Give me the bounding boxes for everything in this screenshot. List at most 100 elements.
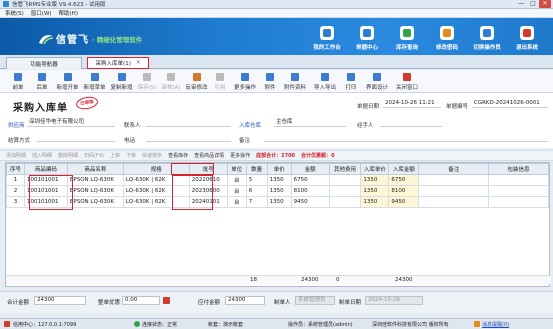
grid-tool-3[interactable]: 扫码(F4): [84, 152, 104, 159]
cell-remark[interactable]: [418, 174, 490, 186]
cell-in_price[interactable]: 1350: [360, 196, 390, 208]
column-header[interactable]: 其他费用: [328, 163, 362, 175]
toolbar-button-2[interactable]: 新增开单: [54, 70, 81, 93]
cell-unit[interactable]: 台: [226, 196, 247, 208]
toolbar-button-9[interactable]: 更多操作: [230, 70, 260, 93]
discount-field[interactable]: 0.00: [122, 296, 160, 305]
column-header[interactable]: 商品名称: [66, 163, 124, 175]
column-header[interactable]: 单价: [266, 163, 292, 175]
payable-field[interactable]: 24300: [225, 296, 265, 305]
cell-qty[interactable]: 6: [245, 185, 268, 197]
column-header[interactable]: 数量: [245, 163, 268, 175]
supplier-field[interactable]: 深圳佳华电子有限公司: [27, 119, 115, 127]
menu-window[interactable]: 窗口(W): [31, 9, 52, 17]
menu-help[interactable]: 帮助(H): [59, 9, 78, 17]
cell-in_amount[interactable]: 8100: [388, 185, 420, 197]
column-header[interactable]: 金额: [290, 163, 330, 175]
grid-tool-6[interactable]: 快速排序: [142, 152, 162, 159]
column-header[interactable]: 单位: [226, 163, 247, 175]
discount-calc-icon[interactable]: [163, 297, 170, 304]
top-nav-button-0[interactable]: 我的工作台: [307, 21, 347, 55]
maximize-button[interactable]: □: [527, 0, 539, 8]
column-header[interactable]: 入库金额: [388, 163, 420, 175]
cell-amount[interactable]: 8100: [290, 185, 330, 197]
toolbar-button-8[interactable]: 引用: [210, 70, 230, 93]
toolbar-button-12[interactable]: 导入导出: [310, 70, 340, 93]
message-link[interactable]: 消息提醒(0): [482, 321, 509, 328]
handler-field[interactable]: [380, 119, 442, 127]
cell-other[interactable]: [328, 196, 362, 208]
top-nav-button-2[interactable]: 库存查询: [387, 21, 427, 55]
cell-in_price[interactable]: 1350: [360, 174, 390, 186]
column-header[interactable]: 入库单价: [360, 163, 390, 175]
doc-no-field[interactable]: CGRKD-20241026-0001: [472, 100, 548, 108]
table-row[interactable]: 2 100101001 EPSON LQ-630K LQ-630K | 62K 2023…: [6, 185, 549, 197]
date-field[interactable]: 2024-10-26 11:21: [383, 100, 441, 108]
cell-no[interactable]: 2: [6, 185, 25, 197]
sum-field[interactable]: 24300: [34, 296, 86, 305]
column-header[interactable]: 商品编码: [23, 163, 68, 175]
top-nav-button-3[interactable]: 修改密码: [427, 21, 467, 55]
toolbar-button-11[interactable]: 附件资料: [280, 70, 310, 93]
cell-qty[interactable]: 7: [245, 196, 268, 208]
grid-tool-1[interactable]: 插入明细: [32, 152, 52, 159]
table-row[interactable]: 1 100101001 EPSON LQ-630K LQ-630K | 62K 2022…: [6, 174, 549, 186]
cell-name[interactable]: EPSON LQ-630K: [66, 185, 124, 197]
cell-price[interactable]: 1350: [266, 196, 292, 208]
tab-close-icon[interactable]: ✕: [136, 60, 141, 66]
cell-remark[interactable]: [418, 196, 490, 208]
toolbar-button-1[interactable]: 后单: [30, 70, 54, 93]
toolbar-button-10[interactable]: 附件: [260, 70, 280, 93]
cell-pack[interactable]: [488, 174, 549, 186]
cell-name[interactable]: EPSON LQ-630K: [66, 196, 124, 208]
grid-tool-4[interactable]: 上移: [110, 152, 120, 159]
cell-remark[interactable]: [418, 185, 490, 197]
cell-in_amount[interactable]: 6750: [388, 174, 420, 186]
cell-other[interactable]: [328, 185, 362, 197]
cell-price[interactable]: 1350: [266, 185, 292, 197]
cell-amount[interactable]: 9450: [290, 196, 330, 208]
remark-field[interactable]: [264, 134, 548, 142]
warehouse-field[interactable]: 主仓库: [274, 119, 346, 127]
menu-system[interactable]: 系统(S): [5, 9, 24, 17]
grid-tool-9[interactable]: 更多操作: [230, 152, 250, 159]
column-header[interactable]: 包装信息: [488, 163, 549, 175]
table-row[interactable]: 3 100101001 EPSON LQ-630K LQ-630K | 62K 2024…: [6, 196, 549, 208]
cell-amount[interactable]: 6750: [290, 174, 330, 186]
phone-field[interactable]: [146, 134, 231, 142]
grid-tool-0[interactable]: 添加明细: [6, 152, 26, 159]
cell-no[interactable]: 1: [6, 174, 25, 186]
top-nav-button-5[interactable]: 退出系统: [507, 21, 547, 55]
cell-pack[interactable]: [488, 185, 549, 197]
toolbar-button-15[interactable]: 关闭窗口: [392, 70, 422, 93]
minimize-button[interactable]: —: [515, 0, 527, 8]
top-nav-button-1[interactable]: 单据中心: [347, 21, 387, 55]
cell-no[interactable]: 3: [6, 196, 25, 208]
settle-field[interactable]: [37, 134, 115, 142]
grid-tool-5[interactable]: 下移: [126, 152, 136, 159]
cell-unit[interactable]: 台: [226, 174, 247, 186]
top-nav-button-4[interactable]: 切换操作员: [467, 21, 507, 55]
column-header[interactable]: 序号: [6, 163, 25, 175]
tab-purchase-inbound[interactable]: 采购入库单(1) ✕: [87, 57, 149, 69]
toolbar-button-6[interactable]: 审核(A): [159, 70, 183, 93]
cell-pack[interactable]: [488, 196, 549, 208]
toolbar-button-5[interactable]: 保存(S): [135, 70, 159, 93]
tab-navigator[interactable]: 功能导航器: [6, 57, 82, 69]
toolbar-button-3[interactable]: 新增草单: [81, 70, 108, 93]
column-header[interactable]: 备注: [418, 163, 490, 175]
contact-field[interactable]: [146, 119, 231, 127]
cell-in_amount[interactable]: 9450: [388, 196, 420, 208]
close-button[interactable]: ✕: [539, 0, 551, 8]
toolbar-button-14[interactable]: 界面设计: [362, 70, 392, 93]
cell-name[interactable]: EPSON LQ-630K: [66, 174, 124, 186]
toolbar-button-7[interactable]: 反审修改: [183, 70, 210, 93]
toolbar-button-13[interactable]: 打印: [340, 70, 362, 93]
cell-qty[interactable]: 5: [245, 174, 268, 186]
toolbar-button-4[interactable]: 复制新增: [108, 70, 135, 93]
grid-tool-2[interactable]: 删除明细: [58, 152, 78, 159]
grid-tool-8[interactable]: 查看商品详情: [194, 152, 224, 159]
toolbar-button-0[interactable]: 前单: [6, 70, 30, 93]
cell-in_price[interactable]: 1350: [360, 185, 390, 197]
cell-unit[interactable]: 台: [226, 185, 247, 197]
